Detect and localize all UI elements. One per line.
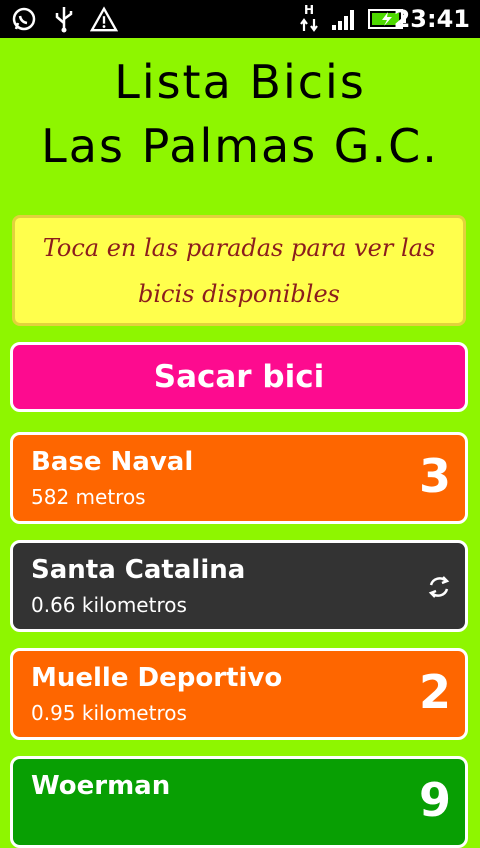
- warning-icon: [90, 5, 118, 33]
- bike-count: 9: [418, 773, 451, 827]
- station-name: Santa Catalina: [31, 555, 246, 585]
- station-distance: 0.95 kilometros: [31, 701, 187, 725]
- station-item-santa-catalina[interactable]: Santa Catalina 0.66 kilometros: [10, 540, 468, 632]
- svg-text:H: H: [304, 3, 314, 17]
- hint-box: Toca en las paradas para ver las bicis d…: [12, 215, 466, 326]
- station-name: Woerman: [31, 771, 171, 801]
- title-line-1: Lista Bicis: [114, 55, 366, 109]
- hint-text: Toca en las paradas para ver las bicis d…: [42, 233, 436, 308]
- bike-count: 2: [418, 665, 451, 719]
- station-name: Muelle Deportivo: [31, 663, 283, 693]
- status-bar: H 23:41: [0, 0, 480, 38]
- loading-refresh-icon: [425, 573, 453, 601]
- title-line-2: Las Palmas G.C.: [41, 119, 439, 173]
- station-distance: 582 metros: [31, 485, 146, 509]
- network-activity-icon: H: [296, 3, 324, 33]
- station-name: Base Naval: [31, 447, 194, 477]
- station-item-base-naval[interactable]: Base Naval 582 metros 3: [10, 432, 468, 524]
- sacar-bici-label: Sacar bici: [153, 359, 325, 395]
- station-item-woerman[interactable]: Woerman 9: [10, 756, 468, 848]
- station-distance: 0.66 kilometros: [31, 593, 187, 617]
- usb-icon: [50, 5, 78, 33]
- whatsapp-icon: [10, 5, 38, 33]
- bike-count: 3: [418, 449, 451, 503]
- clock: 23:41: [393, 5, 470, 33]
- sacar-bici-button[interactable]: Sacar bici: [10, 342, 468, 412]
- station-item-muelle-deportivo[interactable]: Muelle Deportivo 0.95 kilometros 2: [10, 648, 468, 740]
- app-title: Lista Bicis Las Palmas G.C.: [0, 50, 480, 178]
- signal-icon: [330, 5, 358, 33]
